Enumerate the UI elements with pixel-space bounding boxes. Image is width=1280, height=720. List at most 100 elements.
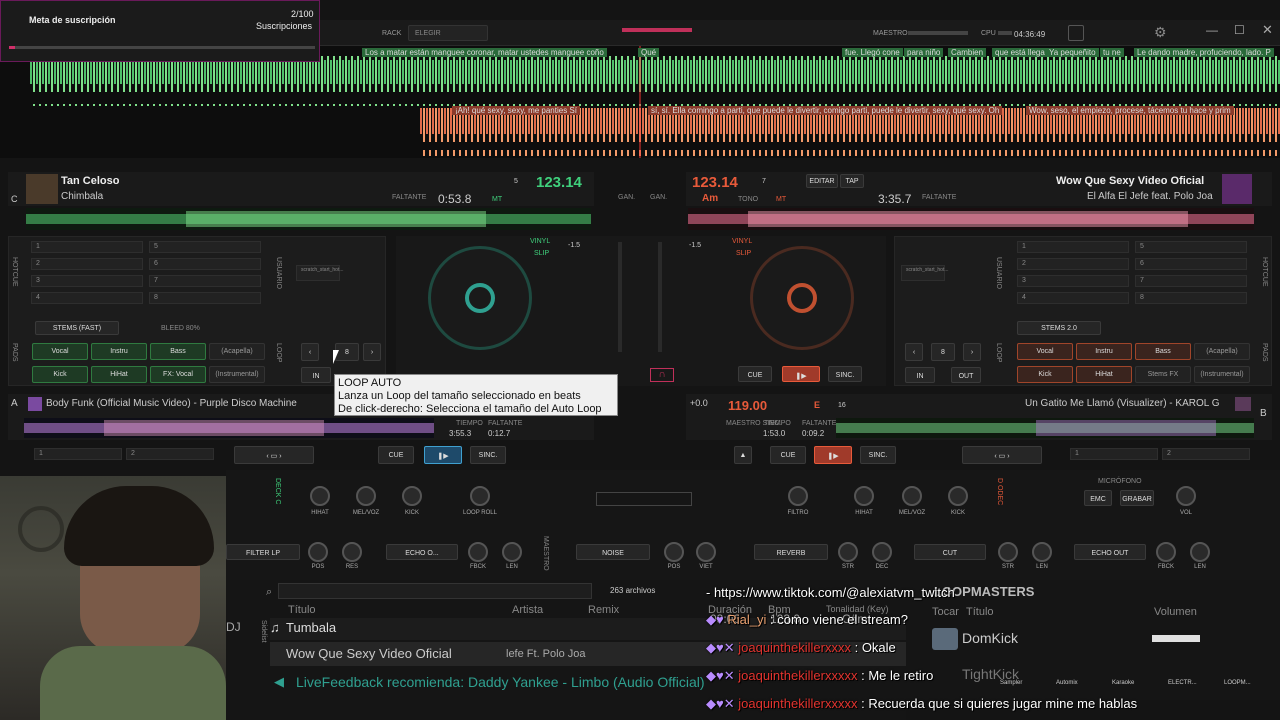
slip-toggle[interactable]: SLIP	[534, 250, 549, 257]
sync-button-b[interactable]: SINC.	[860, 446, 896, 464]
pad-kick[interactable]: Kick	[32, 366, 88, 383]
pos-knob[interactable]	[308, 542, 328, 562]
cue-2[interactable]: 2	[1162, 448, 1250, 460]
loop-next-button[interactable]: ›	[963, 343, 981, 361]
grabar-button[interactable]: GRABAR	[1120, 490, 1154, 506]
pad-hihat[interactable]: HiHat	[1076, 366, 1132, 383]
loop-controls[interactable]: ‹ ▭ ›	[962, 446, 1042, 464]
loop-roll-knob[interactable]	[470, 486, 490, 506]
melvoz-knob[interactable]	[356, 486, 376, 506]
deck-d-waveform[interactable]	[688, 208, 1254, 230]
hotcue-slot[interactable]: 1	[31, 241, 143, 253]
pos-knob-master[interactable]	[664, 542, 684, 562]
reverb-select[interactable]: REVERB	[754, 544, 828, 560]
crossfader[interactable]	[596, 492, 692, 506]
pad-vocal[interactable]: Vocal	[32, 343, 88, 360]
filtro-knob[interactable]	[788, 486, 808, 506]
str-knob-right[interactable]	[998, 542, 1018, 562]
mt-label[interactable]: MT	[776, 196, 786, 203]
deck-a-waveform[interactable]	[24, 418, 434, 438]
col-artist[interactable]: Artista	[512, 604, 543, 616]
deck-c-platter[interactable]	[428, 246, 532, 350]
deck-c-waveform[interactable]	[26, 208, 591, 230]
fbck-knob-right[interactable]	[1156, 542, 1176, 562]
hotcue-slot[interactable]: 5	[149, 241, 261, 253]
tap-button[interactable]: TAP	[840, 174, 864, 188]
hihat-knob[interactable]	[310, 486, 330, 506]
sampler-tab[interactable]: LOOPM...	[1224, 680, 1251, 686]
user-slot[interactable]: scratch_start_hot...	[901, 265, 949, 281]
record-icon[interactable]	[1068, 25, 1084, 41]
close-icon[interactable]: ✕	[1262, 22, 1273, 38]
pad-acapella[interactable]: (Acapella)	[1194, 343, 1250, 360]
pad-instrumental[interactable]: (Instrumental)	[1194, 366, 1250, 383]
col-remix[interactable]: Remix	[588, 604, 619, 616]
pad-acapella[interactable]: (Acapella)	[209, 343, 265, 360]
hotcue-slot[interactable]: 3	[31, 275, 143, 287]
vet-knob[interactable]	[696, 542, 716, 562]
editar-button[interactable]: EDITAR	[806, 174, 838, 188]
pad-stems-fx[interactable]: Stems FX	[1135, 366, 1191, 383]
channel-fader-left[interactable]	[618, 242, 622, 352]
play-button-b[interactable]: ❚▶	[814, 446, 852, 464]
play-sample-icon[interactable]	[932, 628, 958, 650]
deck-d-platter[interactable]	[750, 246, 854, 350]
vol-knob[interactable]	[1176, 486, 1196, 506]
pad-bass[interactable]: Bass	[150, 343, 206, 360]
hotcue-slot[interactable]: 4	[31, 292, 143, 304]
kick-knob[interactable]	[402, 486, 422, 506]
sync-button-d[interactable]: SINC.	[828, 366, 862, 382]
cue-1[interactable]: 1	[1070, 448, 1158, 460]
str-knob[interactable]	[838, 542, 858, 562]
len-knob-right[interactable]	[1032, 542, 1052, 562]
hotcue-slot[interactable]: 1	[1017, 241, 1129, 253]
cue-1[interactable]: 1	[34, 448, 122, 460]
melvoz-knob-right[interactable]	[902, 486, 922, 506]
pad-fx-vocal[interactable]: FX: Vocal	[150, 366, 206, 383]
loop-out-button[interactable]: OUT	[951, 367, 981, 383]
hotcue-slot[interactable]: 4	[1017, 292, 1129, 304]
cut-select[interactable]: CUT	[914, 544, 986, 560]
hihat-knob-right[interactable]	[854, 486, 874, 506]
len-knob-right2[interactable]	[1190, 542, 1210, 562]
pad-bass[interactable]: Bass	[1135, 343, 1191, 360]
vinyl-toggle[interactable]: VINYL	[530, 238, 550, 245]
channel-fader-right[interactable]	[658, 242, 662, 352]
sync-button-a[interactable]: SINC.	[470, 446, 506, 464]
hotcue-slot[interactable]: 6	[1135, 258, 1247, 270]
loop-next-button[interactable]: ›	[363, 343, 381, 361]
hotcue-slot[interactable]: 2	[31, 258, 143, 270]
play-button-d[interactable]: ❚▶	[782, 366, 820, 382]
cue-button-b[interactable]: CUE	[770, 446, 806, 464]
cue-2[interactable]: 2	[126, 448, 214, 460]
headphones-icon[interactable]: ∩	[650, 368, 674, 382]
loop-controls[interactable]: ‹ ▭ ›	[234, 446, 314, 464]
hotcue-slot[interactable]: 7	[1135, 275, 1247, 287]
hotcue-slot[interactable]: 6	[149, 258, 261, 270]
hotcue-slot[interactable]: 3	[1017, 275, 1129, 287]
hotcue-slot[interactable]: 8	[149, 292, 261, 304]
pad-instru[interactable]: Instru	[91, 343, 147, 360]
sampler-tab[interactable]: Automix	[1056, 680, 1078, 686]
vinyl-toggle-right[interactable]: VINYL	[732, 238, 752, 245]
hotcue-slot[interactable]: 5	[1135, 241, 1247, 253]
emc-button[interactable]: EMC	[1084, 490, 1112, 506]
user-slot[interactable]: scratch_start_hot...	[296, 265, 344, 281]
echo-out-select[interactable]: ECHO OUT	[1074, 544, 1146, 560]
pad-instru[interactable]: Instru	[1076, 343, 1132, 360]
play-button-a[interactable]: ❚▶	[424, 446, 462, 464]
eject-icon[interactable]: ▲	[734, 446, 752, 464]
minimize-icon[interactable]: —	[1206, 23, 1218, 37]
noise-select[interactable]: NOISE	[576, 544, 650, 560]
mt-label[interactable]: MT	[492, 196, 502, 203]
deck-b-waveform[interactable]	[836, 418, 1254, 438]
loop-in-button[interactable]: IN	[905, 367, 935, 383]
sampler-tab[interactable]: Karaoke	[1112, 680, 1134, 686]
hotcue-slot[interactable]: 8	[1135, 292, 1247, 304]
cue-button-a[interactable]: CUE	[378, 446, 414, 464]
dec-knob[interactable]	[872, 542, 892, 562]
maximize-icon[interactable]: ☐	[1234, 23, 1245, 37]
col-title[interactable]: Título	[288, 604, 316, 616]
pad-vocal[interactable]: Vocal	[1017, 343, 1073, 360]
echo-select[interactable]: ECHO O...	[386, 544, 458, 560]
